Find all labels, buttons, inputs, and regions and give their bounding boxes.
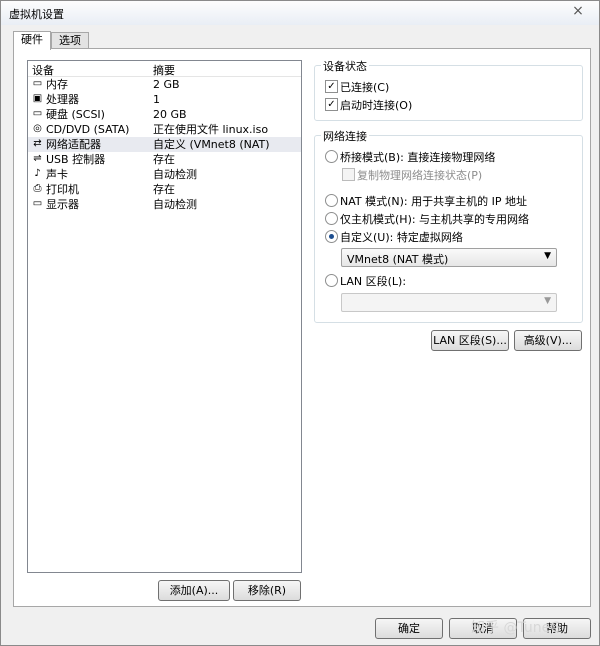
device-row-8[interactable]: ▭ 显示器 自动检测: [28, 197, 301, 212]
add-button[interactable]: 添加(A)...: [158, 580, 230, 601]
device-row-5[interactable]: ⇌ USB 控制器 存在: [28, 152, 301, 167]
device-summary: 自动检测: [153, 198, 197, 211]
device-name: CD/DVD (SATA): [46, 123, 130, 136]
display-icon: ▭: [32, 198, 43, 209]
nat-label[interactable]: NAT 模式(N): 用于共享主机的 IP 地址: [340, 193, 527, 209]
device-row-6[interactable]: ♪ 声卡 自动检测: [28, 167, 301, 182]
column-header-summary[interactable]: 摘要: [153, 62, 175, 78]
replicate-state-checkbox[interactable]: [342, 168, 355, 181]
network-adapter-icon: ⇄: [33, 138, 42, 149]
device-name: 显示器: [46, 198, 79, 211]
lan-segments-button[interactable]: LAN 区段(S)...: [431, 330, 509, 351]
network-connection-title: 网络连接: [321, 128, 369, 144]
device-row-1[interactable]: ▣ 处理器 1: [28, 92, 301, 107]
custom-radio[interactable]: [325, 230, 338, 243]
device-name: 声卡: [46, 168, 68, 181]
close-icon[interactable]: ×: [567, 2, 589, 20]
window-title: 虚拟机设置: [9, 8, 64, 21]
device-name: USB 控制器: [46, 153, 106, 166]
cd-dvd-icon: ◎: [33, 123, 42, 134]
sound-card-icon: ♪: [34, 168, 41, 179]
network-connection-group: 网络连接 桥接模式(B): 直接连接物理网络 复制物理网络连接状态(P) NAT…: [314, 128, 583, 323]
title-bar: 虚拟机设置 ×: [1, 1, 599, 25]
connect-at-power-on-checkbox[interactable]: ✓: [325, 98, 338, 111]
device-row-0[interactable]: ▭ 内存 2 GB: [28, 77, 301, 92]
device-summary: 自动检测: [153, 168, 197, 181]
custom-network-select[interactable]: VMnet8 (NAT 模式) ▼: [341, 248, 557, 267]
nat-radio[interactable]: [325, 194, 338, 207]
device-summary: 正在使用文件 linux.iso: [153, 123, 269, 136]
device-row-2[interactable]: ▭ 硬盘 (SCSI) 20 GB: [28, 107, 301, 122]
device-summary: 2 GB: [153, 78, 180, 91]
host-only-radio[interactable]: [325, 212, 338, 225]
custom-network-value: VMnet8 (NAT 模式): [347, 253, 449, 266]
device-summary: 20 GB: [153, 108, 187, 121]
lan-segment-select[interactable]: ▼: [341, 293, 557, 312]
device-status-group: 设备状态 ✓ 已连接(C) ✓ 启动时连接(O): [314, 58, 583, 121]
vm-settings-window: 虚拟机设置 × 硬件 选项 设备 摘要 ▭ 内存 2 GB ▣ 处理器 1 ▭ 硬盘 (SCS…: [0, 0, 600, 646]
device-summary: 自定义 (VMnet8 (NAT): [153, 138, 270, 151]
connected-checkbox[interactable]: ✓: [325, 80, 338, 93]
device-summary: 存在: [153, 183, 175, 196]
device-name: 硬盘 (SCSI): [46, 108, 105, 121]
processor-icon: ▣: [32, 93, 43, 104]
lan-segment-label[interactable]: LAN 区段(L):: [340, 273, 406, 289]
device-name: 网络适配器: [46, 138, 101, 151]
watermark: 知乎 @TuneG: [471, 620, 562, 636]
memory-icon: ▭: [32, 78, 43, 89]
hard-disk-icon: ▭: [32, 108, 43, 119]
device-name: 打印机: [46, 183, 79, 196]
device-list[interactable]: 设备 摘要 ▭ 内存 2 GB ▣ 处理器 1 ▭ 硬盘 (SCSI) 20 GB ◎ CD/DVD…: [27, 60, 302, 573]
device-list-header: 设备 摘要: [28, 61, 301, 77]
connected-label[interactable]: 已连接(C): [340, 79, 389, 95]
device-name: 内存: [46, 78, 68, 91]
dropdown-arrow-icon: ▼: [544, 296, 551, 306]
column-header-device[interactable]: 设备: [32, 62, 54, 78]
printer-icon: ⎙: [33, 183, 42, 194]
bridged-radio[interactable]: [325, 150, 338, 163]
lan-segment-radio[interactable]: [325, 274, 338, 287]
device-row-3[interactable]: ◎ CD/DVD (SATA) 正在使用文件 linux.iso: [28, 122, 301, 137]
bridged-label[interactable]: 桥接模式(B): 直接连接物理网络: [340, 149, 495, 165]
host-only-label[interactable]: 仅主机模式(H): 与主机共享的专用网络: [340, 211, 529, 227]
connect-at-power-on-label[interactable]: 启动时连接(O): [340, 97, 412, 113]
ok-button[interactable]: 确定: [375, 618, 443, 639]
advanced-button[interactable]: 高级(V)...: [514, 330, 582, 351]
tab-hardware[interactable]: 硬件: [13, 31, 51, 50]
custom-label[interactable]: 自定义(U): 特定虚拟网络: [340, 229, 463, 245]
hardware-tab-page: 设备 摘要 ▭ 内存 2 GB ▣ 处理器 1 ▭ 硬盘 (SCSI) 20 GB ◎ CD/DVD…: [13, 48, 591, 607]
device-status-title: 设备状态: [321, 58, 369, 74]
remove-button[interactable]: 移除(R): [233, 580, 301, 601]
tab-options[interactable]: 选项: [51, 32, 89, 49]
device-name: 处理器: [46, 93, 79, 106]
device-row-7[interactable]: ⎙ 打印机 存在: [28, 182, 301, 197]
device-summary: 1: [153, 93, 160, 106]
device-summary: 存在: [153, 153, 175, 166]
replicate-state-label: 复制物理网络连接状态(P): [357, 169, 483, 182]
usb-controller-icon: ⇌: [33, 153, 42, 164]
device-rows: ▭ 内存 2 GB ▣ 处理器 1 ▭ 硬盘 (SCSI) 20 GB ◎ CD/DVD (SATA…: [28, 77, 301, 212]
device-row-4[interactable]: ⇄ 网络适配器 自定义 (VMnet8 (NAT): [28, 137, 301, 152]
dropdown-arrow-icon: ▼: [544, 251, 551, 261]
